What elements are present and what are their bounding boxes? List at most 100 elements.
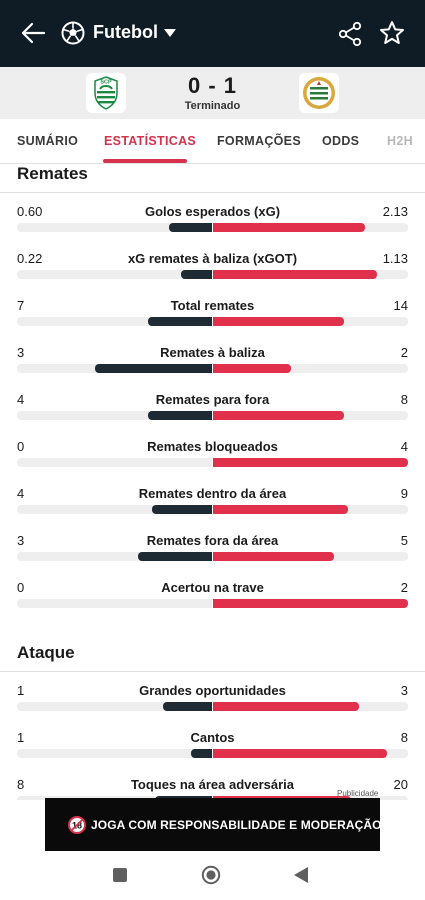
- stat-away-track: [213, 223, 408, 232]
- section-title: Remates: [17, 164, 88, 183]
- stat-away-value: 20: [393, 777, 408, 792]
- stat-away-value: 2: [400, 580, 408, 595]
- section-divider: [0, 192, 425, 193]
- match-status: Terminado: [184, 100, 241, 112]
- stat-away-bar: [213, 552, 334, 561]
- stat-label: Total remates: [170, 298, 255, 313]
- stat-away-track: [213, 599, 408, 608]
- stat-home-track: [17, 223, 212, 232]
- stat-home-bar: [163, 702, 212, 711]
- section-divider: [0, 671, 425, 672]
- stat-row: 4 Remates para fora 8: [0, 392, 425, 432]
- stat-away-value: 4: [400, 439, 408, 454]
- stat-label: Remates dentro da área: [138, 486, 287, 501]
- stat-away-bar: [213, 411, 344, 420]
- stat-home-bar: [147, 411, 212, 420]
- stat-home-bar: [147, 317, 212, 326]
- stat-away-value: 9: [400, 486, 408, 501]
- stat-home-track: [17, 552, 212, 561]
- stat-away-value: 3: [400, 683, 408, 698]
- back-arrow-icon[interactable]: [20, 20, 46, 46]
- stat-home-value: 0.22: [17, 251, 43, 266]
- stat-label: Golos esperados (xG): [144, 204, 281, 219]
- stat-row: 0 Remates bloqueados 4: [0, 439, 425, 479]
- tab-odds[interactable]: ODDS: [322, 134, 359, 148]
- ad-label: Publicidade: [337, 789, 379, 798]
- stat-away-value: 14: [393, 298, 408, 313]
- stat-home-bar: [169, 223, 212, 232]
- statistics-list[interactable]: Remates 0.60 Golos esperados (xG) 2.13 0.22 x…: [0, 164, 425, 800]
- stat-label: Remates bloqueados: [147, 439, 278, 454]
- stat-home-track: [17, 749, 212, 758]
- stat-away-track: [213, 270, 408, 279]
- stat-home-track: [17, 270, 212, 279]
- star-icon[interactable]: [379, 20, 405, 46]
- stat-away-value: 5: [400, 533, 408, 548]
- age-18-icon: 18: [68, 816, 86, 834]
- stat-row: 0 Acertou na trave 2: [0, 580, 425, 620]
- stat-away-bar: [213, 505, 348, 514]
- system-nav-bar: [0, 851, 425, 900]
- stat-away-value: 8: [400, 392, 408, 407]
- stat-row: 0.22 xG remates à baliza (xGOT) 1.13: [0, 251, 425, 291]
- stat-away-bar: [213, 317, 344, 326]
- stat-home-track: [17, 364, 212, 373]
- stat-row: 4 Remates dentro da área 9: [0, 486, 425, 526]
- stat-home-value: 1: [17, 730, 25, 745]
- stat-away-bar: [213, 458, 408, 467]
- match-score: 0 - 1: [187, 73, 238, 98]
- stat-label: Remates fora da área: [146, 533, 279, 548]
- stat-away-bar: [213, 599, 408, 608]
- stat-row: 3 Remates à baliza 2: [0, 345, 425, 385]
- stat-away-bar: [213, 270, 377, 279]
- stat-home-value: 1: [17, 683, 25, 698]
- stat-home-value: 0.60: [17, 204, 43, 219]
- stat-home-value: 0: [17, 439, 25, 454]
- stat-home-value: 3: [17, 345, 25, 360]
- stat-away-track: [213, 702, 408, 711]
- stat-away-value: 2: [400, 345, 408, 360]
- sport-selector-label[interactable]: Futebol: [93, 22, 158, 43]
- stat-away-track: [213, 505, 408, 514]
- stat-away-track: [213, 458, 408, 467]
- ad-banner[interactable]: 18 JOGA COM RESPONSABILIDADE E MODERAÇÃO: [45, 798, 382, 851]
- football-icon[interactable]: [61, 21, 85, 45]
- stat-label: Grandes oportunidades: [139, 683, 286, 698]
- stat-home-bar: [151, 505, 212, 514]
- stat-home-track: [17, 317, 212, 326]
- home-icon[interactable]: [201, 865, 221, 885]
- caret-down-icon[interactable]: [163, 28, 177, 38]
- stat-home-track: [17, 599, 212, 608]
- stat-home-track: [17, 458, 212, 467]
- stat-home-bar: [180, 270, 212, 279]
- stat-home-bar: [190, 749, 212, 758]
- stat-label: Remates para fora: [155, 392, 270, 407]
- tab-h2h[interactable]: H2H: [387, 134, 413, 148]
- tab-sumario[interactable]: SUMÁRIO: [17, 134, 78, 148]
- stat-row: 1 Cantos 8: [0, 730, 425, 770]
- stat-label: Remates à baliza: [160, 345, 265, 360]
- stat-row: 1 Grandes oportunidades 3: [0, 683, 425, 723]
- ad-text: JOGA COM RESPONSABILIDADE E MODERAÇÃO: [91, 818, 382, 832]
- away-team-crest[interactable]: [299, 73, 339, 113]
- stat-label: Cantos: [190, 730, 235, 745]
- stat-home-track: [17, 505, 212, 514]
- stat-home-value: 7: [17, 298, 25, 313]
- stat-label: xG remates à baliza (xGOT): [127, 251, 298, 266]
- section-title: Ataque: [17, 643, 75, 662]
- stat-label: Toques na área adversária: [130, 777, 295, 792]
- club-crest-icon: [303, 77, 335, 109]
- match-summary: SCP 0 - 1 Terminado: [0, 67, 425, 119]
- active-tab-indicator: [103, 159, 187, 163]
- recent-apps-icon[interactable]: [113, 868, 127, 882]
- stat-away-value: 2.13: [382, 204, 408, 219]
- stat-away-track: [213, 749, 408, 758]
- stat-away-bar: [213, 702, 360, 711]
- stat-home-value: 4: [17, 392, 25, 407]
- share-icon[interactable]: [338, 21, 362, 47]
- stat-home-bar: [137, 552, 212, 561]
- tab-estatisticas[interactable]: ESTATÍSTICAS: [104, 134, 196, 148]
- stat-away-value: 8: [400, 730, 408, 745]
- tab-formacoes[interactable]: FORMAÇÕES: [217, 134, 301, 148]
- back-icon[interactable]: [293, 866, 309, 884]
